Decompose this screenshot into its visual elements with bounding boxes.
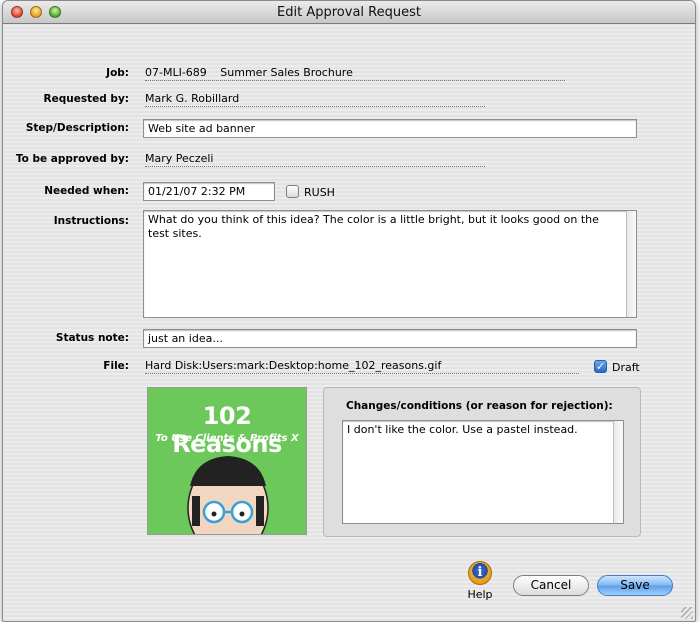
requested-by-value: Mark G. Robillard (145, 92, 485, 107)
instructions-textarea[interactable]: What do you think of this idea? The colo… (143, 210, 637, 318)
changes-textarea[interactable]: I don't like the color. Use a pastel ins… (342, 420, 624, 524)
info-icon: i (477, 565, 483, 580)
needed-when-input[interactable]: 01/21/07 2:32 PM (143, 182, 275, 201)
approver-value: Mary Peczeli (145, 152, 485, 167)
resize-grip[interactable] (681, 607, 693, 619)
job-name: Summer Sales Brochure (220, 66, 353, 79)
step-description-input[interactable]: Web site ad banner (143, 119, 637, 138)
changes-label: Changes/conditions (or reason for reject… (346, 400, 613, 412)
file-label: File: (103, 360, 129, 372)
draft-checkbox[interactable]: ✓ (594, 360, 607, 373)
instructions-scrollbar[interactable] (626, 211, 636, 317)
instructions-text: What do you think of this idea? The colo… (148, 213, 599, 240)
instructions-label: Instructions: (53, 215, 129, 227)
cancel-button[interactable]: Cancel (513, 575, 589, 596)
title-bar[interactable]: Edit Approval Request (3, 1, 695, 24)
file-path: Hard Disk:Users:mark:Desktop:home_102_re… (145, 359, 579, 374)
step-description-label: Step/Description: (25, 122, 129, 134)
job-number: 07-MLI-689 (145, 66, 207, 79)
draft-label: Draft (612, 361, 640, 374)
cartoon-face-illustration (187, 456, 269, 534)
file-preview-image: 102 Reasons To Use Clients & Profits X (147, 387, 307, 535)
save-button[interactable]: Save (597, 575, 673, 596)
changes-text: I don't like the color. Use a pastel ins… (347, 423, 578, 436)
approver-label: To be approved by: (15, 153, 129, 165)
status-note-input[interactable]: just an idea... (143, 329, 637, 348)
changes-scrollbar[interactable] (613, 421, 623, 523)
approval-window: Edit Approval Request Job: 07-MLI-689 Su… (2, 0, 696, 622)
help-button[interactable]: i (468, 561, 492, 585)
window-title: Edit Approval Request (277, 5, 421, 20)
needed-when-label: Needed when: (44, 185, 129, 197)
job-value: 07-MLI-689 Summer Sales Brochure (145, 66, 565, 81)
changes-panel: Changes/conditions (or reason for reject… (323, 387, 641, 537)
requested-by-label: Requested by: (43, 93, 129, 105)
rush-label: RUSH (304, 186, 335, 199)
status-note-label: Status note: (55, 332, 129, 344)
job-label: Job: (106, 67, 129, 79)
help-label: Help (467, 588, 493, 601)
rush-checkbox[interactable] (286, 185, 299, 198)
